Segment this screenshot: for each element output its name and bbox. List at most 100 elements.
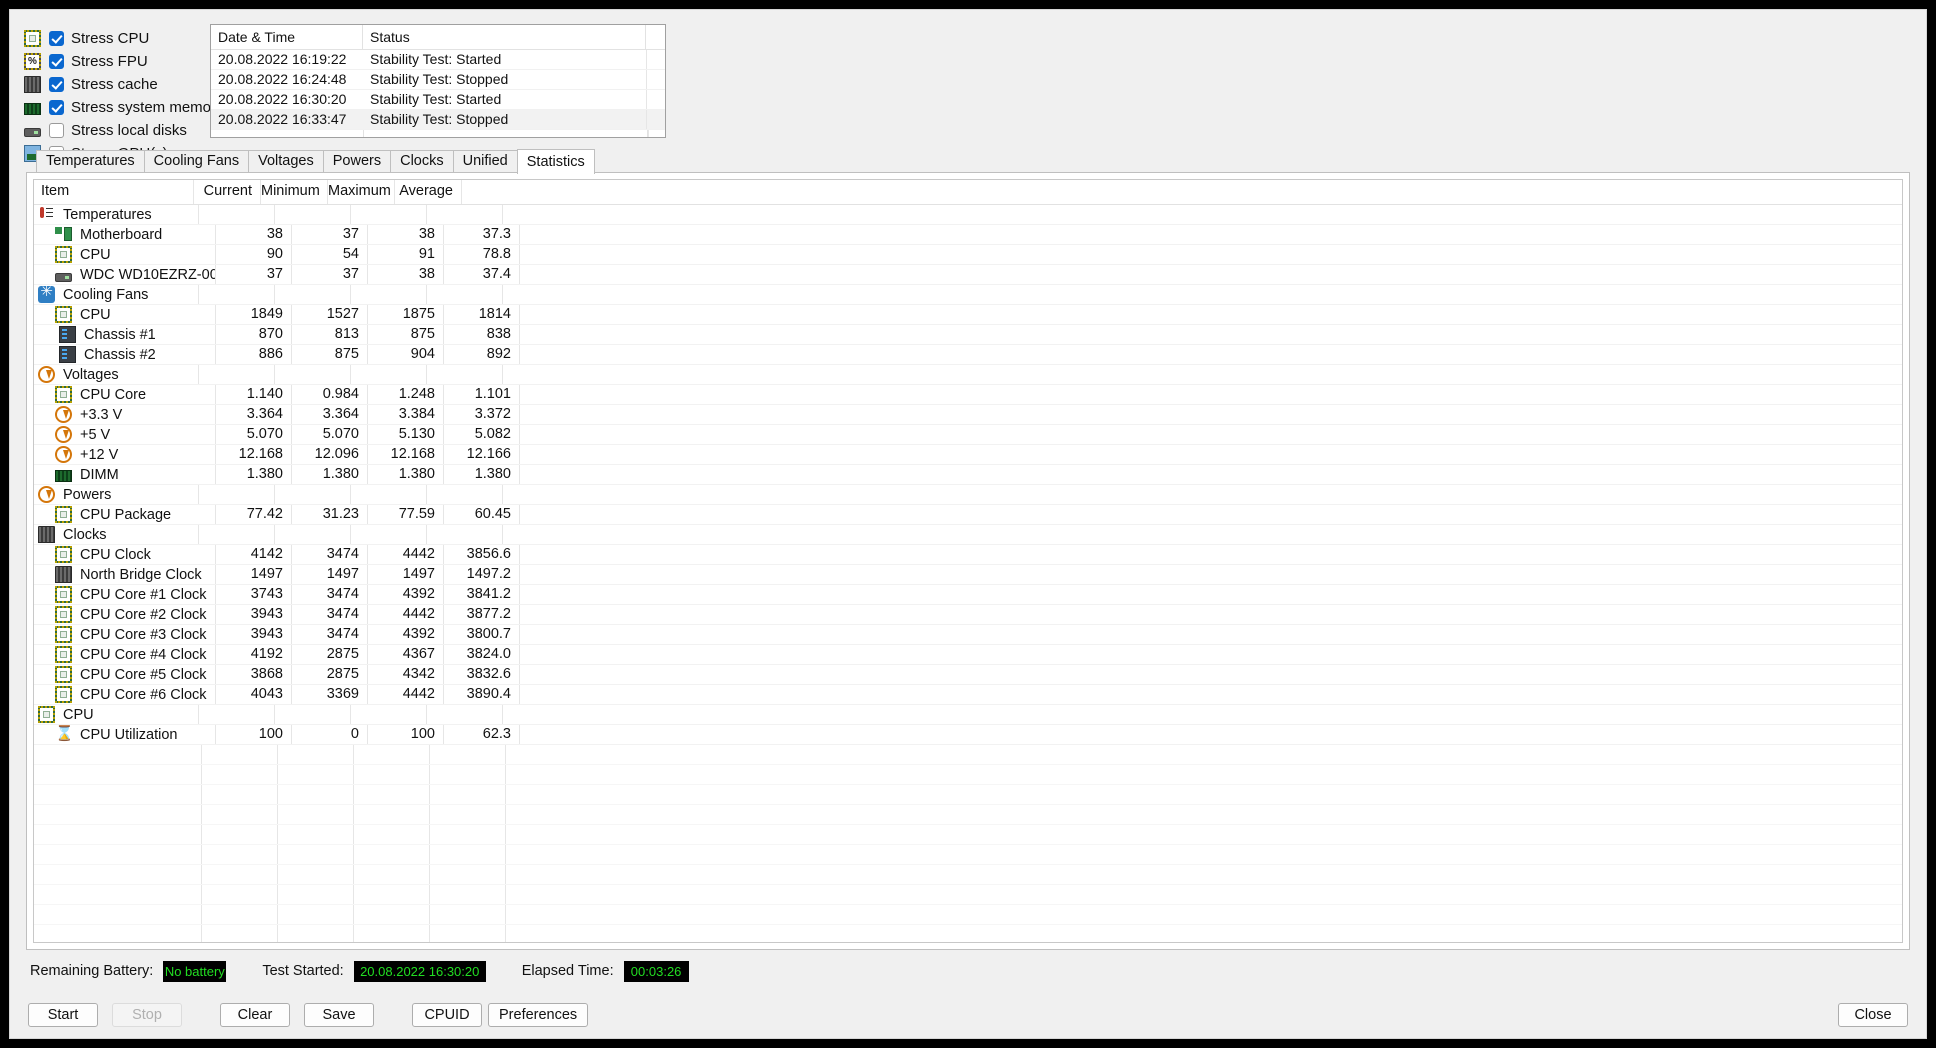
table-row[interactable]: Voltages: [34, 365, 1902, 385]
tab-clocks[interactable]: Clocks: [390, 150, 454, 172]
table-row[interactable]: CPU Core #3 Clock 3943 3474 4392 3800.7: [34, 625, 1902, 645]
row-current-cell: 4043: [216, 685, 292, 704]
statistics-table[interactable]: Item Current Minimum Maximum Average Tem…: [33, 179, 1903, 943]
battery-value: No battery: [163, 960, 227, 982]
table-row[interactable]: CPU 90 54 91 78.8: [34, 245, 1902, 265]
stress-option-row[interactable]: Stress cache: [24, 74, 184, 94]
clear-button[interactable]: Clear: [220, 1003, 290, 1027]
column-header-average[interactable]: Average: [395, 180, 462, 204]
row-item-label: CPU Core: [80, 386, 147, 403]
row-item-cell: North Bridge Clock: [34, 565, 216, 584]
cpu-chip-icon: [55, 626, 72, 643]
row-item-label: CPU: [80, 246, 111, 263]
column-header-minimum[interactable]: Minimum: [261, 180, 328, 204]
row-item-cell: Chassis #2: [34, 345, 216, 364]
table-row[interactable]: CPU Core #5 Clock 3868 2875 4342 3832.6: [34, 665, 1902, 685]
row-minimum-cell: 1497: [292, 565, 368, 584]
table-row[interactable]: CPU Core #6 Clock 4043 3369 4442 3890.4: [34, 685, 1902, 705]
table-row[interactable]: +5 V 5.070 5.070 5.130 5.082: [34, 425, 1902, 445]
table-row[interactable]: Temperatures: [34, 205, 1902, 225]
stress-option-row[interactable]: Stress local disks: [24, 120, 187, 140]
thermometer-icon: [38, 206, 55, 223]
table-row[interactable]: WDC WD10EZRZ-00... 37 37 38 37.4: [34, 265, 1902, 285]
cache-module-icon: [55, 566, 72, 583]
column-header-item[interactable]: Item: [34, 180, 194, 204]
column-header-filler: [462, 180, 1902, 204]
table-row[interactable]: CPU Core #1 Clock 3743 3474 4392 3841.2: [34, 585, 1902, 605]
preferences-button[interactable]: Preferences: [488, 1003, 589, 1027]
row-maximum-cell: 4442: [368, 545, 444, 564]
battery-label: Remaining Battery:: [30, 963, 154, 979]
table-row[interactable]: CPU: [34, 705, 1902, 725]
voltage-bolt-icon: [55, 426, 72, 443]
save-button[interactable]: Save: [304, 1003, 374, 1027]
row-current-cell: 3943: [216, 625, 292, 644]
fan-icon: [38, 285, 55, 303]
table-row[interactable]: DIMM 1.380 1.380 1.380 1.380: [34, 465, 1902, 485]
tab-statistics[interactable]: Statistics: [516, 149, 595, 174]
row-item-label: North Bridge Clock: [80, 566, 202, 583]
table-row[interactable]: CPU Core #2 Clock 3943 3474 4442 3877.2: [34, 605, 1902, 625]
stress-option-checkbox[interactable]: [49, 122, 64, 138]
table-row[interactable]: Motherboard 38 37 38 37.3: [34, 225, 1902, 245]
row-item-label: CPU Core #3 Clock: [80, 626, 207, 643]
tab-cooling-fans[interactable]: Cooling Fans: [143, 150, 250, 172]
row-average-cell: 1.101: [444, 385, 520, 404]
table-row[interactable]: +3.3 V 3.364 3.364 3.384 3.372: [34, 405, 1902, 425]
table-row[interactable]: Chassis #1 870 813 875 838: [34, 325, 1902, 345]
stress-option-checkbox[interactable]: [49, 76, 64, 92]
table-row[interactable]: Cooling Fans: [34, 285, 1902, 305]
hourglass-icon: [55, 725, 74, 743]
voltage-bolt-icon: [55, 446, 72, 463]
table-row[interactable]: Chassis #2 886 875 904 892: [34, 345, 1902, 365]
table-row[interactable]: +12 V 12.168 12.096 12.168 12.166: [34, 445, 1902, 465]
stress-option-checkbox[interactable]: [49, 30, 64, 46]
table-row[interactable]: North Bridge Clock 1497 1497 1497 1497.2: [34, 565, 1902, 585]
elapsed-time-label: Elapsed Time:: [521, 963, 614, 979]
table-row[interactable]: Clocks: [34, 525, 1902, 545]
start-button[interactable]: Start: [28, 1003, 98, 1027]
stress-option-label: Stress FPU: [71, 52, 148, 70]
column-header-maximum[interactable]: Maximum: [328, 180, 395, 204]
log-row[interactable]: 20.08.2022 16:33:47 Stability Test: Stopp…: [211, 110, 665, 130]
tab-unified[interactable]: Unified: [452, 150, 518, 172]
row-item-cell: CPU Package: [34, 505, 216, 524]
log-row[interactable]: 20.08.2022 16:30:20 Stability Test: Start…: [211, 90, 665, 110]
table-row[interactable]: CPU Clock 4142 3474 4442 3856.6: [34, 545, 1902, 565]
table-row[interactable]: CPU 1849 1527 1875 1814: [34, 305, 1902, 325]
table-row[interactable]: CPU Core 1.140 0.984 1.248 1.101: [34, 385, 1902, 405]
row-item-label: Motherboard: [80, 226, 163, 243]
row-minimum-cell: 54: [292, 245, 368, 264]
row-minimum-cell: 5.070: [292, 425, 368, 444]
stress-option-row[interactable]: % Stress FPU: [24, 51, 184, 71]
tab-voltages[interactable]: Voltages: [248, 150, 324, 172]
table-row[interactable]: CPU Core #4 Clock 4192 2875 4367 3824.0: [34, 645, 1902, 665]
close-button[interactable]: Close: [1838, 1003, 1908, 1027]
stress-option-row[interactable]: Stress CPU: [24, 28, 184, 48]
log-row[interactable]: 20.08.2022 16:19:22 Stability Test: Start…: [211, 50, 665, 70]
table-row[interactable]: CPU Package 77.42 31.23 77.59 60.45: [34, 505, 1902, 525]
tab-powers[interactable]: Powers: [322, 150, 392, 172]
table-empty-row: [34, 765, 1902, 785]
row-average-cell: 3841.2: [444, 585, 520, 604]
column-header-current[interactable]: Current: [194, 180, 261, 204]
table-row[interactable]: Powers: [34, 485, 1902, 505]
row-average-cell: 78.8: [444, 245, 520, 264]
stress-option-checkbox[interactable]: [49, 53, 64, 69]
row-item-label: DIMM: [80, 466, 119, 483]
stress-option-checkbox[interactable]: [49, 99, 64, 115]
log-extra: [646, 70, 665, 89]
row-maximum-cell: 1.248: [368, 385, 444, 404]
table-row[interactable]: CPU Utilization100010062.3: [34, 725, 1902, 745]
tab-bar: Temperatures Cooling Fans Voltages Powers Cl…: [10, 149, 1926, 174]
row-average-cell: 37.4: [444, 265, 520, 284]
table-empty-row: [34, 745, 1902, 765]
row-filler-cell: [503, 365, 1902, 384]
cpuid-button[interactable]: CPUID: [412, 1003, 482, 1027]
row-current-cell: 5.070: [216, 425, 292, 444]
event-log-list[interactable]: Date & Time Status 20.08.2022 16:19:22 St…: [210, 24, 666, 138]
row-item-cell: Powers: [34, 485, 199, 504]
log-row[interactable]: 20.08.2022 16:24:48 Stability Test: Stopp…: [211, 70, 665, 90]
tab-temperatures[interactable]: Temperatures: [36, 150, 145, 172]
stress-option-row[interactable]: Stress system memory: [24, 97, 224, 117]
